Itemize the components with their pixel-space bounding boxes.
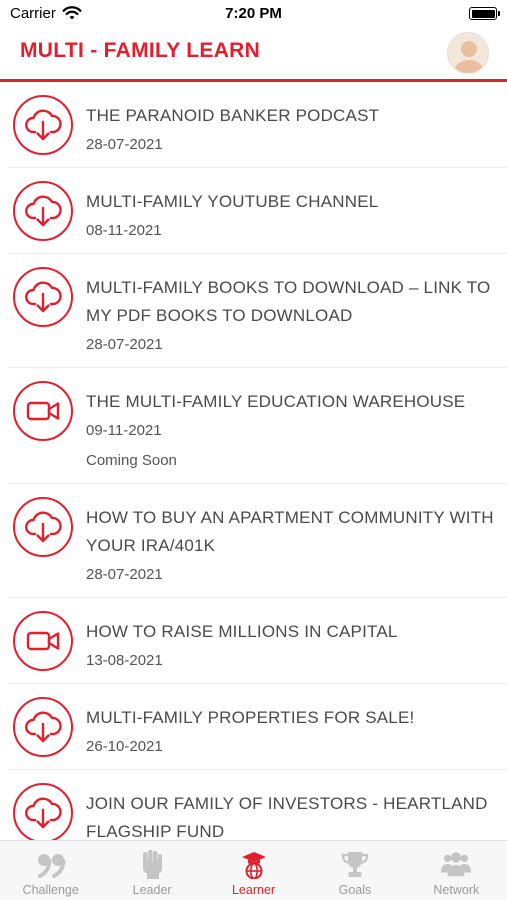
tab-label: Goals [338,883,372,897]
user-avatar-icon [448,33,488,73]
clock: 7:20 PM [225,5,282,22]
quote-99-icon [35,849,67,879]
learn-list[interactable]: THE PARANOID BANKER PODCAST 28-07-2021 M… [0,82,507,840]
people-group-icon [440,849,472,879]
cloud-download-icon [13,697,73,757]
status-bar: Carrier 7:20 PM [0,0,507,28]
list-item[interactable]: MULTI-FAMILY BOOKS TO DOWNLOAD – LINK TO… [8,254,507,368]
item-title: HOW TO RAISE MILLIONS IN CAPITAL [86,622,398,641]
item-title: JOIN OUR FAMILY OF INVESTORS - HEARTLAND… [86,794,488,840]
video-camera-icon [13,381,73,441]
trophy-icon [339,849,371,879]
item-date: 26-10-2021 [86,738,163,755]
tab-learner[interactable]: Learner [203,841,304,900]
item-title: HOW TO BUY AN APARTMENT COMMUNITY WITH Y… [86,508,494,555]
tab-bar: Challenge Leader Learner Goals Network [0,840,507,900]
tab-label: Network [433,883,480,897]
raised-fist-icon [136,849,168,879]
tab-label: Challenge [22,883,79,897]
list-item[interactable]: THE PARANOID BANKER PODCAST 28-07-2021 [8,82,507,168]
cloud-download-icon [13,181,73,241]
graduation-globe-icon [238,849,270,879]
list-item[interactable]: HOW TO BUY AN APARTMENT COMMUNITY WITH Y… [8,484,507,598]
item-title: MULTI-FAMILY PROPERTIES FOR SALE! [86,708,415,727]
cloud-download-icon [13,267,73,327]
item-title: MULTI-FAMILY YOUTUBE CHANNEL [86,192,379,211]
tab-label: Learner [231,883,276,897]
video-camera-icon [13,611,73,671]
list-item[interactable]: MULTI-FAMILY YOUTUBE CHANNEL 08-11-2021 [8,168,507,254]
tab-goals[interactable]: Goals [304,841,405,900]
avatar[interactable] [447,32,489,74]
item-date: 08-11-2021 [86,222,162,239]
item-title: THE PARANOID BANKER PODCAST [86,106,380,125]
battery-icon [469,7,500,20]
page-title: MULTI - FAMILY LEARN [20,39,261,62]
list-item[interactable]: MULTI-FAMILY PROPERTIES FOR SALE! 26-10-… [8,684,507,770]
list-item[interactable]: JOIN OUR FAMILY OF INVESTORS - HEARTLAND… [8,770,507,840]
item-date: 28-07-2021 [86,566,163,583]
list-item[interactable]: THE MULTI-FAMILY EDUCATION WAREHOUSE 09-… [8,368,507,484]
cloud-download-icon [13,497,73,557]
tab-network[interactable]: Network [406,841,507,900]
item-date: 28-07-2021 [86,336,163,353]
item-title: MULTI-FAMILY BOOKS TO DOWNLOAD – LINK TO… [86,278,491,325]
cloud-download-icon [13,783,73,840]
item-date: 28-07-2021 [86,136,163,153]
item-date: 09-11-2021 [86,422,162,439]
item-title: THE MULTI-FAMILY EDUCATION WAREHOUSE [86,392,466,411]
item-date: 13-08-2021 [86,652,163,669]
app-header: MULTI - FAMILY LEARN [0,28,507,80]
item-note: Coming Soon [86,452,177,469]
tab-label: Leader [132,883,172,897]
tab-leader[interactable]: Leader [101,841,202,900]
cloud-download-icon [13,95,73,155]
tab-challenge[interactable]: Challenge [0,841,101,900]
list-item[interactable]: HOW TO RAISE MILLIONS IN CAPITAL 13-08-2… [8,598,507,684]
